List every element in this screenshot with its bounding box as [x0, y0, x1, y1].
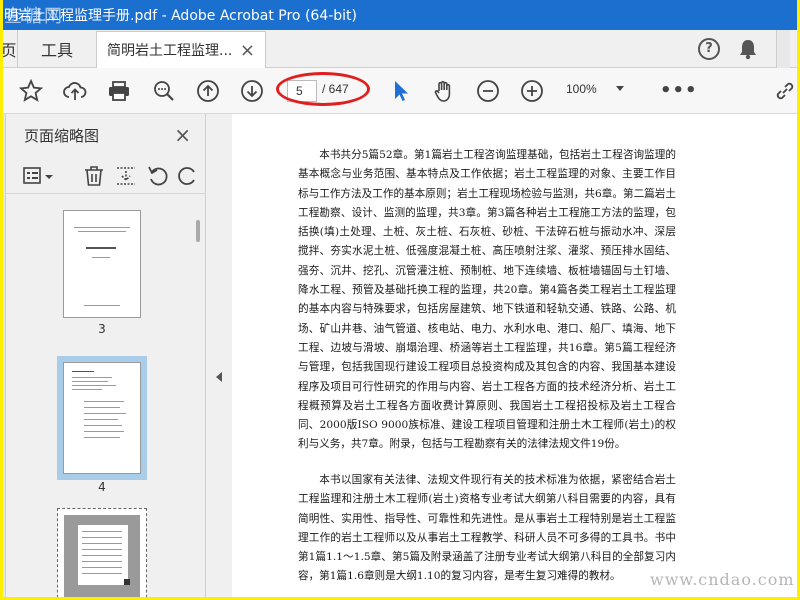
zoom-in-icon[interactable]: [519, 78, 545, 104]
zoom-search-icon[interactable]: [151, 78, 177, 104]
panel-toolbar: [6, 160, 206, 194]
main-toolbar: 5 / 647 100% •••: [0, 68, 800, 114]
document-page: 本书共分5篇52章。第1篇岩土工程咨询监理基础，包括岩土工程咨询监理的基本概念与…: [232, 114, 800, 600]
zoom-level-select[interactable]: 100%: [566, 82, 597, 96]
thumbnail-page-selected[interactable]: [63, 362, 141, 474]
thumbnails-panel: 页面缩略图 × 3 4: [6, 114, 206, 600]
thumbnail-page-current[interactable]: [57, 508, 147, 600]
more-tools-icon[interactable]: •••: [660, 80, 698, 101]
thumbnail-page[interactable]: [63, 210, 141, 318]
help-icon[interactable]: ?: [698, 37, 720, 60]
share-link-icon[interactable]: [772, 78, 798, 104]
tab-home[interactable]: 页: [0, 30, 18, 67]
thumbnail-options-icon[interactable]: [22, 164, 46, 188]
next-page-icon[interactable]: [239, 78, 265, 104]
rotate-clockwise-icon[interactable]: [178, 164, 196, 188]
options-chevron-down-icon[interactable]: [44, 164, 54, 188]
panel-collapse-handle[interactable]: [206, 114, 232, 600]
zoom-out-icon[interactable]: [475, 78, 501, 104]
tab-document-label: 简明岩土工程监理...: [107, 43, 233, 59]
previous-page-icon[interactable]: [195, 78, 221, 104]
thumbnails-list[interactable]: 3 4: [6, 196, 196, 600]
panel-close-icon[interactable]: ×: [174, 123, 191, 147]
document-viewport[interactable]: 本书共分5篇52章。第1篇岩土工程咨询监理基础，包括岩土工程咨询监理的基本概念与…: [232, 114, 800, 600]
document-paragraph: 本书共分5篇52章。第1篇岩土工程咨询监理基础，包括岩土工程咨询监理的基本概念与…: [298, 149, 676, 451]
bookmark-star-icon[interactable]: [18, 78, 44, 104]
extract-page-icon[interactable]: [114, 164, 138, 188]
panel-scrollbar[interactable]: [196, 220, 200, 242]
rotate-counterclockwise-icon[interactable]: [146, 164, 170, 188]
tab-close-icon[interactable]: ×: [240, 40, 255, 61]
document-paragraph: 本书以国家有关法律、法规文件现行有关的技术标准为依据，紧密结合岩土工程监理和注册…: [298, 474, 676, 583]
delete-page-icon[interactable]: [82, 164, 106, 188]
tab-tools[interactable]: 工具: [18, 30, 96, 67]
tab-document[interactable]: 简明岩土工程监理... ×: [96, 31, 266, 68]
tab-bar: 页 工具 简明岩土工程监理... × ?: [0, 29, 800, 68]
bell-icon[interactable]: [738, 38, 758, 60]
zoom-dropdown-chevron-icon[interactable]: [616, 86, 624, 91]
panel-title: 页面缩略图: [24, 126, 100, 145]
select-pointer-icon[interactable]: [388, 78, 414, 104]
thumbnail-label: 3: [98, 322, 106, 336]
collapse-arrow-icon[interactable]: [216, 372, 222, 382]
site-watermark: www.cndao.com: [650, 570, 795, 589]
annotation-ellipse: [276, 72, 370, 106]
title-bar: 查糖网 明岩土工程监理手册.pdf - Adobe Acrobat Pro (6…: [0, 0, 800, 30]
cloud-upload-icon[interactable]: [62, 78, 88, 104]
print-icon[interactable]: [106, 78, 132, 104]
sign-in-area[interactable]: [776, 29, 790, 68]
logo-watermark: 查糖网: [4, 6, 64, 27]
thumbnail-label: 4: [98, 480, 106, 494]
hand-tool-icon[interactable]: [431, 78, 457, 104]
